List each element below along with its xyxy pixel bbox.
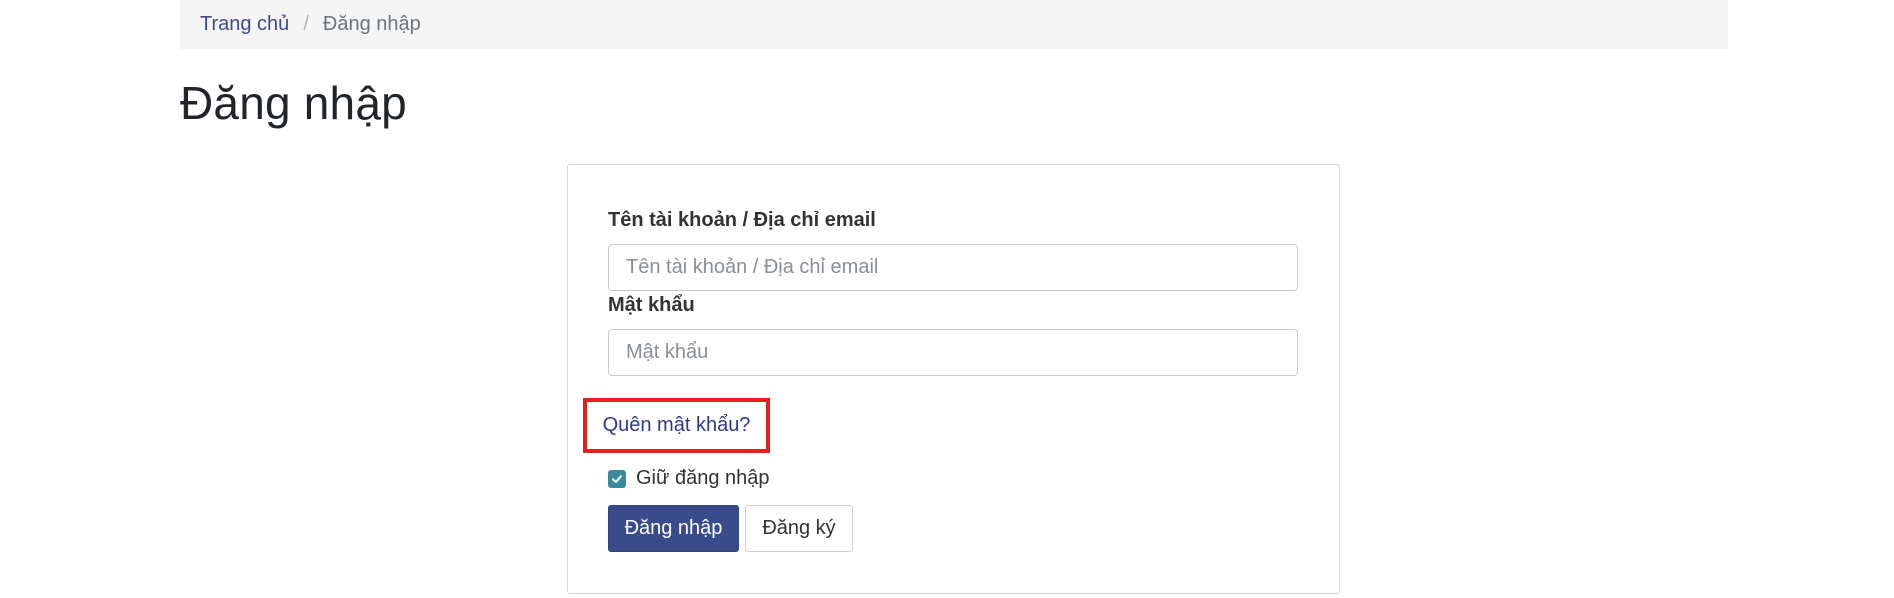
register-button[interactable]: Đăng ký xyxy=(745,505,853,552)
checkmark-icon xyxy=(612,474,622,483)
page: Trang chủ / Đăng nhập Đăng nhập Tên tài … xyxy=(0,0,1894,598)
page-title: Đăng nhập xyxy=(180,77,407,129)
forgot-password-highlight: Quên mật khẩu? xyxy=(583,398,770,453)
login-card: Tên tài khoản / Địa chỉ email Mật khẩu Q… xyxy=(567,164,1340,594)
breadcrumb-home-link[interactable]: Trang chủ xyxy=(200,13,289,36)
password-label: Mật khẩu xyxy=(608,294,695,316)
breadcrumb-current: Đăng nhập xyxy=(322,13,421,35)
username-label: Tên tài khoản / Địa chỉ email xyxy=(608,209,876,231)
password-input[interactable] xyxy=(608,329,1298,376)
breadcrumb-separator: / xyxy=(303,13,309,35)
remember-me: Giữ đăng nhập xyxy=(608,467,770,490)
forgot-password-link[interactable]: Quên mật khẩu? xyxy=(603,414,751,437)
breadcrumb: Trang chủ / Đăng nhập xyxy=(180,0,1728,49)
remember-checkbox[interactable] xyxy=(608,469,626,488)
remember-label: Giữ đăng nhập xyxy=(636,467,770,489)
username-input[interactable] xyxy=(608,244,1298,291)
login-button[interactable]: Đăng nhập xyxy=(608,505,739,552)
